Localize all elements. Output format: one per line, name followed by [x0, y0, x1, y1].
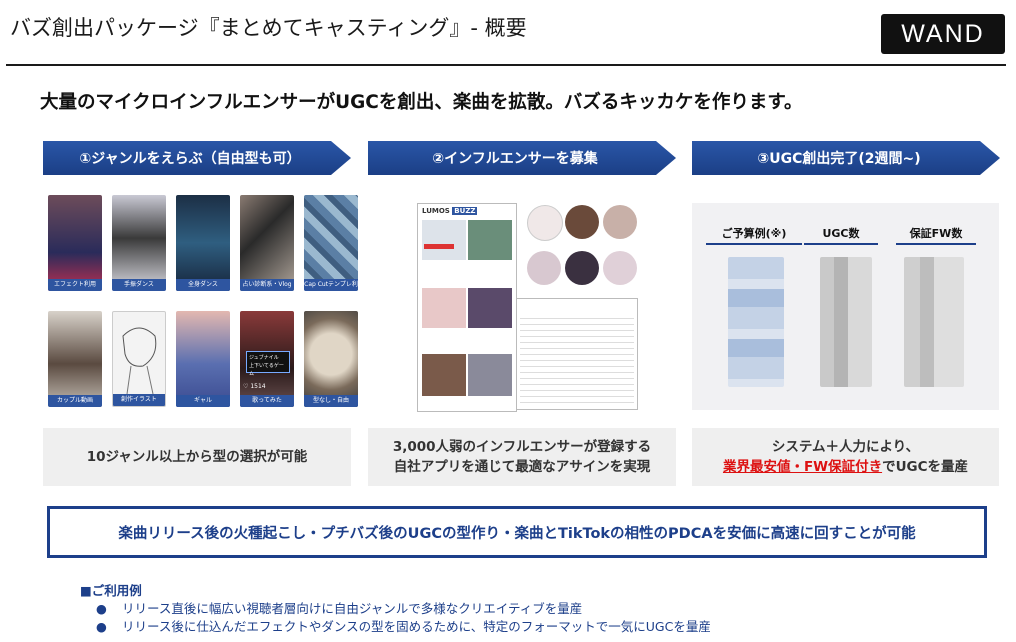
step-3-description: システム＋人力により、 業界最安値・FW保証付きでUGCを量産 [692, 428, 999, 486]
avatar [565, 205, 599, 239]
illustration-sketch [122, 327, 157, 395]
genre-label: 占い診断系・Vlog [240, 279, 294, 291]
budget-panel: ご予算例(※) UGC数 保証FW数 [692, 203, 999, 410]
app-post-thumb [422, 354, 466, 396]
influencer-avatars [525, 203, 640, 291]
genre-thumb: ギャル [176, 311, 230, 407]
app-screenshot: LUMOS BUZZ [417, 203, 517, 412]
headline: 大量のマイクロインフルエンサーがUGCを創出、楽曲を拡散。バズるキッカケを作りま… [40, 92, 803, 113]
influencer-table [516, 298, 638, 410]
blurred-fw-values [904, 257, 964, 387]
overlay-text-1: ジュブナイル [249, 355, 279, 361]
budget-header: ご予算例(※) [721, 227, 787, 240]
bullet-icon: ● [96, 601, 107, 616]
highlight-text: 業界最安値・FW保証付き [722, 459, 883, 475]
page-title: バズ創出パッケージ『まとめてキャスティング』- 概要 [10, 16, 527, 40]
wand-logo: WAND [881, 14, 1005, 54]
usage-title: ■ご利用例 [80, 583, 142, 598]
app-post-thumb [468, 288, 512, 328]
like-count: 1514 [250, 383, 266, 390]
app-post-thumb [468, 220, 512, 260]
genre-thumb: Cap Cutテンプレ利用 [304, 195, 358, 291]
genre-grid: エフェクト利用 手振ダンス 全身ダンス 占い診断系・Vlog Cap Cutテン… [48, 195, 358, 417]
genre-thumb: 全身ダンス [176, 195, 230, 291]
step-2-description: 3,000人弱のインフルエンサーが登録する 自社アプリを通じて最適なアサインを実… [368, 428, 676, 486]
blurred-ugc-values [820, 257, 872, 387]
avatar [603, 205, 637, 239]
bullet-icon: ● [96, 619, 107, 634]
ugc-header: UGC数 [822, 227, 860, 240]
usage-item: ● リリース後に仕込んだエフェクトやダンスの型を固めるために、特定のフォーマットで… [96, 619, 711, 634]
summary-banner: 楽曲リリース後の火種起こし・プチバズ後のUGCの型作り・楽曲とTikTokの相性… [47, 506, 987, 558]
genre-label: エフェクト利用 [48, 279, 102, 291]
overlay-text-2: 上下いてるゲーム [249, 363, 284, 377]
genre-label: ギャル [176, 395, 230, 407]
heart-icon: ♡ [243, 383, 249, 390]
app-post-thumb [422, 220, 466, 260]
step-1-arrow: ①ジャンルをえらぶ（自由型も可） [43, 141, 351, 175]
avatar [603, 251, 637, 285]
genre-thumb: ジュブナイル 上下いてるゲーム ♡ 1514 歌ってみた [240, 311, 294, 407]
step-1-description: 10ジャンル以上から型の選択が可能 [43, 428, 351, 486]
genre-label: Cap Cutテンプレ利用 [304, 279, 358, 291]
step-2-arrow: ②インフルエンサーを募集 [368, 141, 676, 175]
avatar [527, 251, 561, 285]
genre-thumb: 創作イラスト [112, 311, 166, 407]
genre-thumb: 型なし・自由 [304, 311, 358, 407]
genre-thumb: エフェクト利用 [48, 195, 102, 291]
app-brand-badge: BUZZ [452, 207, 478, 215]
avatar [565, 251, 599, 285]
app-red-button [424, 244, 454, 249]
video-overlay-card: ジュブナイル 上下いてるゲーム [246, 351, 290, 377]
blurred-budget-values [728, 257, 784, 387]
genre-label: 手振ダンス [112, 279, 166, 291]
genre-thumb: 占い診断系・Vlog [240, 195, 294, 291]
fw-header: 保証FW数 [909, 227, 963, 240]
usage-item: ● リリース直後に幅広い視聴者層向けに自由ジャンルで多様なクリエイティブを量産 [96, 601, 583, 616]
genre-thumb: カップル動画 [48, 311, 102, 407]
app-post-thumb [468, 354, 512, 396]
header-divider [6, 64, 1006, 66]
app-post-thumb [422, 288, 466, 328]
genre-label: 型なし・自由 [304, 395, 358, 407]
genre-label: 全身ダンス [176, 279, 230, 291]
genre-label: 創作イラスト [113, 394, 165, 406]
genre-label: カップル動画 [48, 395, 102, 407]
app-brand: LUMOS [422, 207, 450, 215]
avatar [527, 205, 563, 241]
genre-thumb: 手振ダンス [112, 195, 166, 291]
step-3-arrow: ③UGC創出完了(2週間~) [692, 141, 1000, 175]
genre-label: 歌ってみた [240, 395, 294, 407]
